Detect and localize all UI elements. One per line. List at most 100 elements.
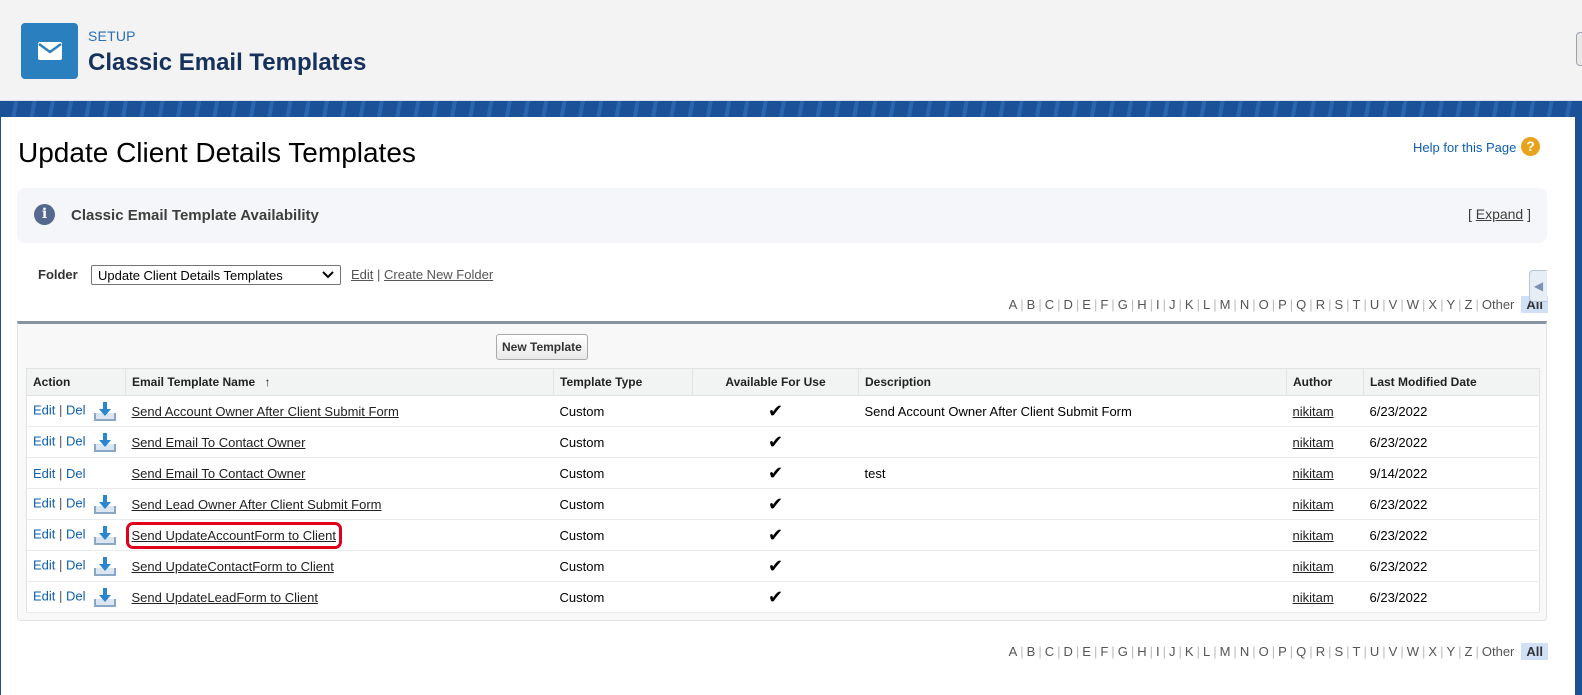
download-icon[interactable] — [93, 494, 116, 514]
alphabet-letter[interactable]: B — [1024, 644, 1039, 659]
alphabet-letter[interactable]: F — [1097, 297, 1111, 312]
col-name[interactable]: Email Template Name ↑ — [125, 368, 554, 396]
delete-link[interactable]: Del — [66, 557, 86, 572]
alphabet-letter[interactable]: E — [1079, 644, 1094, 659]
alphabet-letter[interactable]: O — [1256, 644, 1272, 659]
alphabet-letter[interactable]: P — [1275, 644, 1290, 659]
col-modified[interactable]: Last Modified Date — [1363, 368, 1540, 396]
alphabet-letter[interactable]: T — [1350, 644, 1364, 659]
alphabet-letter[interactable]: E — [1079, 297, 1094, 312]
alphabet-letter[interactable]: M — [1217, 297, 1234, 312]
alphabet-letter[interactable]: X — [1425, 297, 1440, 312]
header-edge-handle[interactable] — [1576, 32, 1582, 66]
edit-link[interactable]: Edit — [33, 557, 55, 572]
template-name-link[interactable]: Send UpdateAccountForm to Client — [125, 521, 342, 549]
edit-link[interactable]: Edit — [33, 402, 55, 417]
create-new-folder-link[interactable]: Create New Folder — [384, 267, 493, 282]
edit-link[interactable]: Edit — [33, 433, 55, 448]
edit-link[interactable]: Edit — [33, 495, 55, 510]
alphabet-letter[interactable]: M — [1217, 644, 1234, 659]
alphabet-letter[interactable]: N — [1237, 297, 1252, 312]
delete-link[interactable]: Del — [66, 495, 86, 510]
alphabet-letter[interactable]: G — [1115, 297, 1131, 312]
alphabet-letter[interactable]: Z — [1462, 644, 1476, 659]
alphabet-letter[interactable]: H — [1134, 644, 1149, 659]
col-available[interactable]: Available For Use — [692, 368, 859, 396]
alphabet-letter[interactable]: Z — [1462, 297, 1476, 312]
alphabet-letter[interactable]: Other — [1479, 644, 1518, 659]
alphabet-letter[interactable]: N — [1237, 644, 1252, 659]
download-icon[interactable] — [93, 401, 116, 421]
author-link[interactable]: nikitam — [1293, 497, 1334, 512]
delete-link[interactable]: Del — [66, 588, 86, 603]
alphabet-letter[interactable]: V — [1386, 297, 1401, 312]
author-link[interactable]: nikitam — [1293, 590, 1334, 605]
edit-link[interactable]: Edit — [33, 588, 55, 603]
alphabet-letter[interactable]: S — [1331, 644, 1346, 659]
alphabet-letter[interactable]: W — [1404, 297, 1422, 312]
alphabet-letter[interactable]: L — [1200, 297, 1213, 312]
new-template-button[interactable]: New Template — [496, 334, 588, 360]
alphabet-all[interactable]: All — [1521, 643, 1548, 660]
alphabet-letter[interactable]: J — [1166, 644, 1179, 659]
download-icon[interactable] — [93, 432, 116, 452]
alphabet-letter[interactable]: I — [1153, 297, 1163, 312]
help-link[interactable]: Help for this Page — [1413, 140, 1516, 155]
alphabet-letter[interactable]: R — [1313, 644, 1328, 659]
alphabet-letter[interactable]: S — [1331, 297, 1346, 312]
folder-edit-link[interactable]: Edit — [351, 267, 373, 282]
col-author[interactable]: Author — [1286, 368, 1364, 396]
alphabet-letter[interactable]: Other — [1479, 297, 1518, 312]
alphabet-letter[interactable]: H — [1134, 297, 1149, 312]
author-link[interactable]: nikitam — [1293, 559, 1334, 574]
alphabet-letter[interactable]: D — [1061, 644, 1076, 659]
alphabet-letter[interactable]: L — [1200, 644, 1213, 659]
template-name-link[interactable]: Send Email To Contact Owner — [132, 466, 306, 481]
alphabet-letter[interactable]: C — [1042, 297, 1057, 312]
alphabet-letter[interactable]: A — [1006, 644, 1021, 659]
col-type[interactable]: Template Type — [553, 368, 693, 396]
template-name-link[interactable]: Send Lead Owner After Client Submit Form — [132, 497, 382, 512]
alphabet-letter[interactable]: J — [1166, 297, 1179, 312]
alphabet-letter[interactable]: K — [1182, 297, 1197, 312]
folder-select[interactable]: Update Client Details Templates — [91, 265, 341, 285]
author-link[interactable]: nikitam — [1293, 435, 1334, 450]
help-icon[interactable]: ? — [1521, 137, 1540, 156]
edit-link[interactable]: Edit — [33, 526, 55, 541]
delete-link[interactable]: Del — [66, 466, 86, 481]
download-icon[interactable] — [93, 556, 116, 576]
alphabet-letter[interactable]: P — [1275, 297, 1290, 312]
alphabet-letter[interactable]: I — [1153, 644, 1163, 659]
collapse-tab-icon[interactable]: ◀ — [1529, 270, 1547, 302]
alphabet-letter[interactable]: Y — [1443, 297, 1458, 312]
alphabet-letter[interactable]: U — [1367, 644, 1382, 659]
alphabet-letter[interactable]: B — [1024, 297, 1039, 312]
template-name-link[interactable]: Send UpdateLeadForm to Client — [132, 590, 318, 605]
alphabet-letter[interactable]: X — [1425, 644, 1440, 659]
author-link[interactable]: nikitam — [1293, 528, 1334, 543]
col-description[interactable]: Description — [858, 368, 1287, 396]
alphabet-letter[interactable]: V — [1386, 644, 1401, 659]
alphabet-letter[interactable]: K — [1182, 644, 1197, 659]
template-name-link[interactable]: Send UpdateContactForm to Client — [132, 559, 334, 574]
download-icon[interactable] — [93, 587, 116, 607]
delete-link[interactable]: Del — [66, 526, 86, 541]
alphabet-letter[interactable]: D — [1061, 297, 1076, 312]
alphabet-letter[interactable]: A — [1006, 297, 1021, 312]
alphabet-letter[interactable]: F — [1097, 644, 1111, 659]
author-link[interactable]: nikitam — [1293, 404, 1334, 419]
alphabet-letter[interactable]: T — [1350, 297, 1364, 312]
alphabet-letter[interactable]: W — [1404, 644, 1422, 659]
alphabet-letter[interactable]: Q — [1293, 644, 1309, 659]
template-name-link[interactable]: Send Email To Contact Owner — [132, 435, 306, 450]
expand-link[interactable]: Expand — [1476, 206, 1523, 222]
template-name-link[interactable]: Send Account Owner After Client Submit F… — [132, 404, 399, 419]
alphabet-letter[interactable]: R — [1313, 297, 1328, 312]
alphabet-letter[interactable]: O — [1256, 297, 1272, 312]
author-link[interactable]: nikitam — [1293, 466, 1334, 481]
alphabet-letter[interactable]: G — [1115, 644, 1131, 659]
delete-link[interactable]: Del — [66, 433, 86, 448]
alphabet-letter[interactable]: C — [1042, 644, 1057, 659]
alphabet-letter[interactable]: Y — [1443, 644, 1458, 659]
alphabet-letter[interactable]: Q — [1293, 297, 1309, 312]
